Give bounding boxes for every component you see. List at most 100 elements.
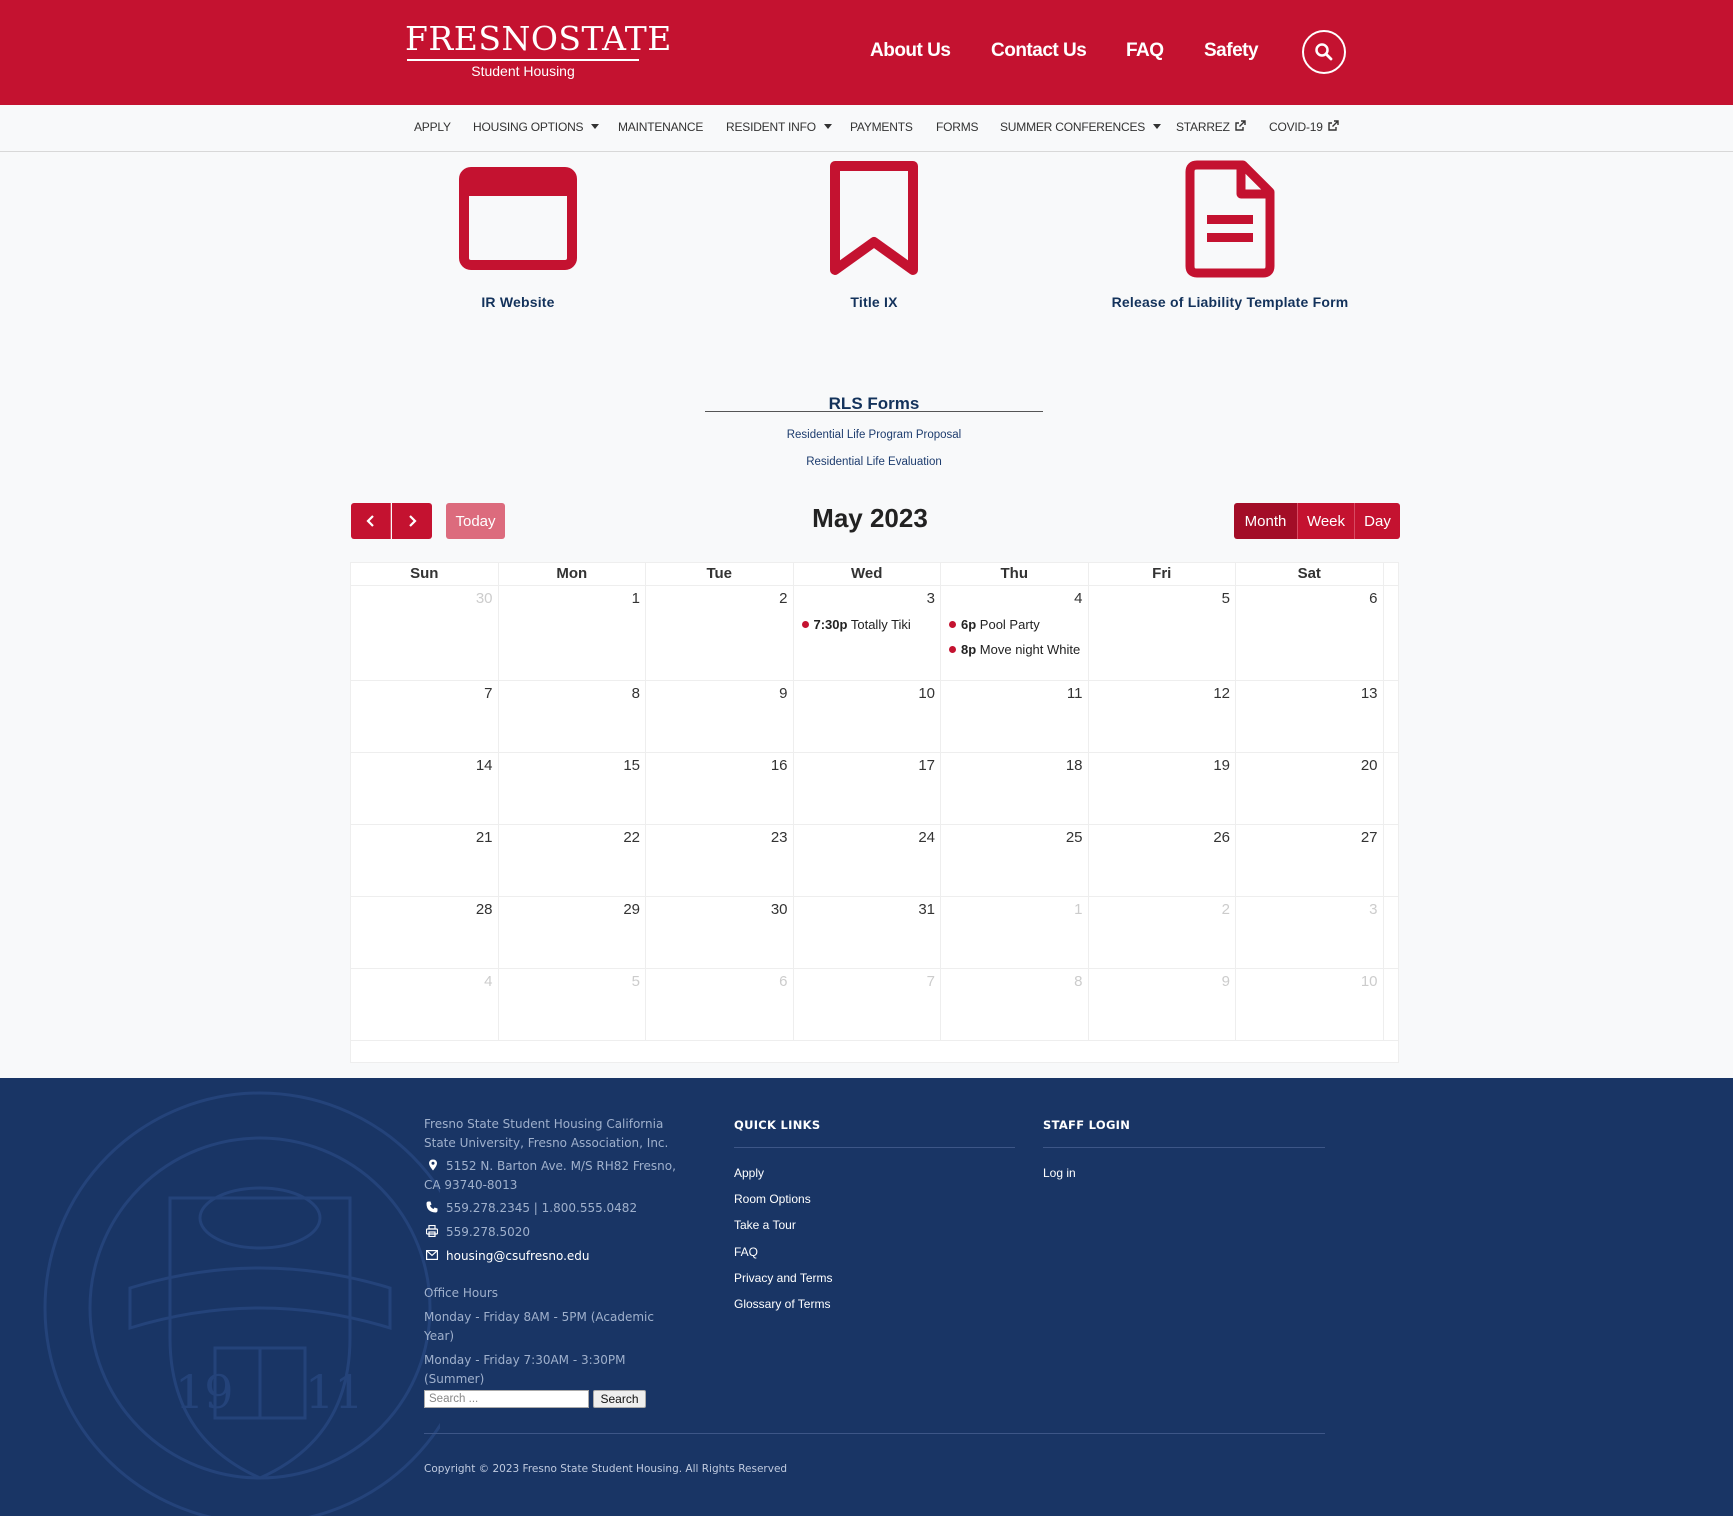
subnav-maintenance[interactable]: MAINTENANCE (618, 120, 703, 134)
day-cell[interactable]: 14 (351, 753, 499, 824)
day-number: 5 (1221, 590, 1230, 607)
subnav-label: FORMS (936, 120, 979, 134)
day-number: 13 (1360, 685, 1378, 702)
calendar-week-row: 4 5 6 7 8 9 10 (351, 968, 1398, 1040)
day-cell[interactable]: 11 (941, 681, 1089, 752)
day-number: 30 (770, 901, 788, 918)
day-cell[interactable]: 1 (941, 897, 1089, 968)
view-month-button[interactable]: Month (1234, 503, 1298, 539)
calendar-today-button[interactable]: Today (446, 503, 505, 539)
event-dot (949, 621, 956, 628)
calendar-prev-button[interactable] (351, 503, 391, 539)
day-cell[interactable]: 22 (499, 825, 646, 896)
view-week-button[interactable]: Week (1298, 503, 1355, 539)
quick-link-take-a-tour[interactable]: Take a Tour (734, 1218, 796, 1232)
quick-link-apply[interactable]: Apply (734, 1166, 764, 1180)
calendar-event[interactable]: 6p Pool Party (949, 617, 1081, 632)
card-ir-website[interactable]: IR Website (418, 160, 618, 320)
day-cell[interactable]: 26 (1089, 825, 1236, 896)
day-number: 6 (1369, 590, 1378, 607)
header-search-button[interactable] (1302, 30, 1346, 74)
day-header: Mon (499, 563, 646, 585)
day-cell[interactable]: 10 (794, 681, 941, 752)
day-cell[interactable]: 19 (1089, 753, 1236, 824)
nav-safety[interactable]: Safety (1204, 40, 1259, 62)
day-cell[interactable]: 27 (1236, 825, 1384, 896)
quick-link-faq[interactable]: FAQ (734, 1245, 758, 1259)
day-cell[interactable]: 28 (351, 897, 499, 968)
subnav-summer-conferences[interactable]: SUMMER CONFERENCES (1000, 120, 1162, 134)
subnav-label: APPLY (414, 120, 451, 134)
day-cell[interactable]: 8 (941, 969, 1089, 1040)
nav-about-us[interactable]: About Us (870, 40, 951, 62)
chevron-left-icon (365, 515, 374, 527)
subnav-covid-19[interactable]: COVID-19 (1269, 120, 1339, 134)
nav-faq[interactable]: FAQ (1126, 40, 1164, 62)
nav-contact-us[interactable]: Contact Us (991, 40, 1087, 62)
day-cell[interactable]: 3 (1236, 897, 1384, 968)
subnav-housing-options[interactable]: HOUSING OPTIONS (473, 120, 600, 134)
calendar-next-button[interactable] (392, 503, 432, 539)
day-cell[interactable]: 16 (646, 753, 794, 824)
calendar-event[interactable]: 7:30p Totally Tiki (801, 617, 934, 632)
day-cell[interactable]: 12 (1089, 681, 1236, 752)
day-cell[interactable]: 2 (646, 586, 794, 680)
day-cell[interactable]: 24 (794, 825, 941, 896)
event-time: 8p (961, 642, 977, 657)
site-logo[interactable]: FRESNOSTATE Student Housing (405, 19, 672, 82)
day-cell[interactable]: 25 (941, 825, 1089, 896)
card-release-of-liability[interactable]: Release of Liability Template Form (1080, 160, 1380, 320)
day-cell[interactable]: 4 (351, 969, 499, 1040)
quick-link-privacy-terms[interactable]: Privacy and Terms (734, 1271, 832, 1285)
day-number: 4 (1074, 590, 1083, 607)
day-cell[interactable]: 3 7:30p Totally Tiki (794, 586, 941, 680)
day-cell[interactable]: 31 (794, 897, 941, 968)
day-cell[interactable]: 6 (1236, 586, 1384, 680)
day-cell[interactable]: 13 (1236, 681, 1384, 752)
day-cell[interactable]: 9 (646, 681, 794, 752)
subnav-payments[interactable]: PAYMENTS (850, 120, 913, 134)
rls-link-program-proposal[interactable]: Residential Life Program Proposal (705, 429, 1043, 441)
view-day-button[interactable]: Day (1355, 503, 1400, 539)
subnav-forms[interactable]: FORMS (936, 120, 979, 134)
event-time: 6p (961, 617, 977, 632)
office-hours-academic: Monday - Friday 8AM - 5PM (Academic Year… (424, 1310, 654, 1343)
day-number: 9 (779, 685, 788, 702)
day-cell[interactable]: 17 (794, 753, 941, 824)
day-cell[interactable]: 5 (1089, 586, 1236, 680)
day-cell[interactable]: 7 (794, 969, 941, 1040)
day-cell[interactable]: 10 (1236, 969, 1384, 1040)
email-link[interactable]: housing@csufresno.edu (446, 1249, 590, 1263)
quick-link-glossary[interactable]: Glossary of Terms (734, 1297, 830, 1311)
day-cell[interactable]: 15 (499, 753, 646, 824)
day-cell[interactable]: 23 (646, 825, 794, 896)
staff-login-link[interactable]: Log in (1043, 1166, 1076, 1180)
day-cell[interactable]: 5 (499, 969, 646, 1040)
calendar-event[interactable]: 8p Move night White ( (949, 642, 1081, 657)
day-cell[interactable]: 29 (499, 897, 646, 968)
quick-link-room-options[interactable]: Room Options (734, 1192, 811, 1206)
day-number: 3 (1369, 901, 1378, 918)
day-cell[interactable]: 18 (941, 753, 1089, 824)
day-cell[interactable]: 30 (351, 586, 499, 680)
day-cell[interactable]: 7 (351, 681, 499, 752)
footer-search-button[interactable]: Search (593, 1390, 646, 1408)
day-cell[interactable]: 2 (1089, 897, 1236, 968)
day-cell[interactable]: 4 6p Pool Party 8p Move night White ( (941, 586, 1089, 680)
day-cell[interactable]: 9 (1089, 969, 1236, 1040)
card-title-ix[interactable]: Title IX (774, 160, 974, 320)
day-cell[interactable]: 8 (499, 681, 646, 752)
day-cell[interactable]: 21 (351, 825, 499, 896)
day-cell[interactable]: 6 (646, 969, 794, 1040)
footer-email[interactable]: housing@csufresno.edu (424, 1247, 684, 1266)
day-cell[interactable]: 30 (646, 897, 794, 968)
subnav-resident-info[interactable]: RESIDENT INFO (726, 120, 832, 134)
subnav-apply[interactable]: APPLY (414, 120, 451, 134)
day-cell[interactable]: 1 (499, 586, 646, 680)
day-number: 10 (1360, 973, 1378, 990)
footer-search-input[interactable]: Search ... (424, 1390, 589, 1408)
rls-link-evaluation[interactable]: Residential Life Evaluation (705, 456, 1043, 468)
day-cell[interactable]: 20 (1236, 753, 1384, 824)
subnav-starrez[interactable]: STARREZ (1176, 120, 1246, 134)
logo-wordmark: FRESNOSTATE (405, 19, 672, 58)
